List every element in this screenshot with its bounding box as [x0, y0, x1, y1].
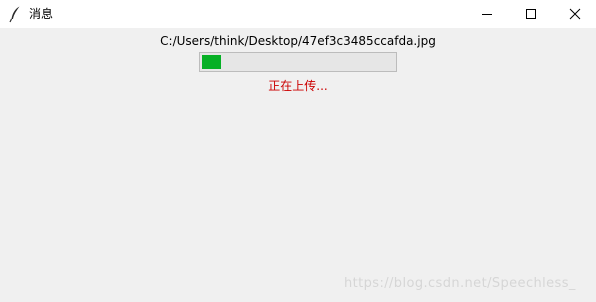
maximize-button[interactable] [508, 0, 554, 28]
window-title: 消息 [29, 7, 54, 21]
upload-progress-bar [199, 52, 397, 72]
close-icon [569, 5, 581, 24]
progress-fill [202, 55, 221, 69]
upload-status-text: 正在上传... [268, 79, 328, 93]
file-path-label: C:/Users/think/Desktop/47ef3c3485ccafda.… [160, 34, 436, 48]
watermark-text: https://blog.csdn.net/Speechless_ [344, 276, 576, 291]
upload-message-window: 消息 C:/Users/think/Desktop/47ef3c3485ccaf… [0, 0, 596, 302]
maximize-icon [525, 5, 537, 24]
title-bar[interactable]: 消息 [0, 0, 596, 28]
close-button[interactable] [552, 0, 596, 28]
minimize-icon [481, 5, 493, 24]
feather-icon [8, 5, 24, 23]
minimize-button[interactable] [464, 0, 510, 28]
content-area: C:/Users/think/Desktop/47ef3c3485ccafda.… [0, 28, 596, 302]
